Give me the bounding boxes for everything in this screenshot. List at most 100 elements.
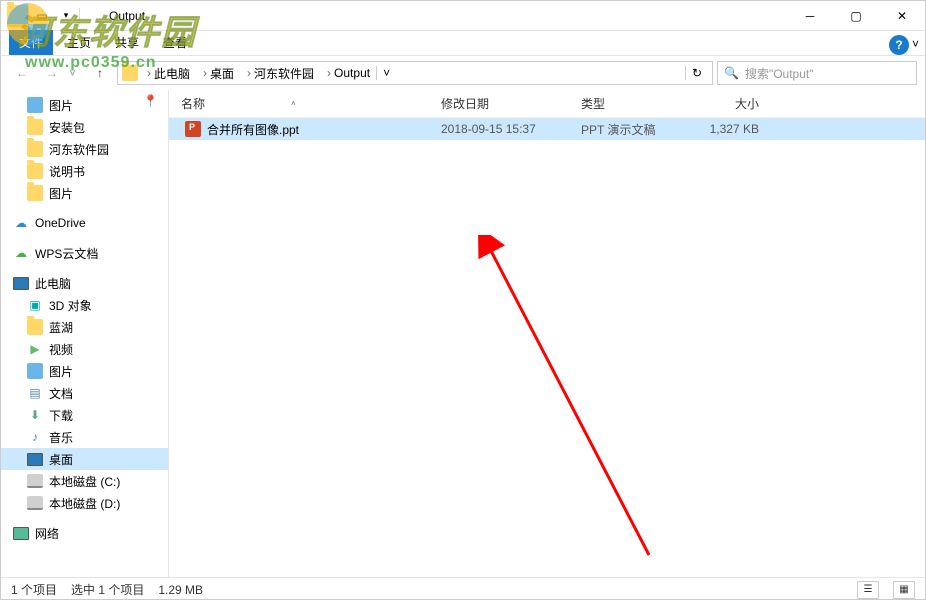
help-button[interactable]: ? (889, 35, 909, 55)
nav-back-button[interactable]: ← (9, 60, 35, 86)
ribbon-expand-icon[interactable]: ˅ (912, 37, 919, 51)
sidebar-item[interactable]: 说明书 (1, 160, 168, 182)
sidebar-item-label: 图片 (49, 363, 73, 380)
cloud-green-icon: ☁ (13, 245, 29, 261)
folder-icon (27, 163, 43, 179)
search-input[interactable]: 🔍 搜索"Output" (717, 61, 917, 85)
sidebar-item[interactable]: ☁ OneDrive (1, 212, 168, 234)
tab-home[interactable]: 主页 (57, 30, 101, 55)
status-item-count: 1 个项目 (11, 581, 57, 598)
doc-icon: ▤ (27, 385, 43, 401)
sidebar-item-label: 图片 (49, 185, 73, 202)
sidebar-item-label: 桌面 (49, 451, 73, 468)
folder-icon (27, 141, 43, 157)
status-selected: 选中 1 个项目 (71, 581, 144, 598)
crumb-output[interactable]: Output (334, 66, 370, 80)
sidebar-item-label: 本地磁盘 (C:) (49, 473, 120, 490)
file-size: 1,327 KB (679, 122, 779, 136)
3d-icon: ▣ (27, 297, 43, 313)
sidebar-item[interactable]: 本地磁盘 (C:) (1, 470, 168, 492)
pc-icon (13, 275, 29, 291)
tab-view[interactable]: 查看 (153, 30, 197, 55)
folder-icon (27, 185, 43, 201)
column-name[interactable]: 名称˄ (169, 95, 429, 112)
ppt-file-icon (185, 121, 201, 137)
search-icon: 🔍 (724, 66, 739, 80)
sidebar-item[interactable]: 安装包 (1, 116, 168, 138)
view-details-button[interactable]: ☰ (857, 581, 879, 599)
sidebar-item[interactable]: 图片 (1, 182, 168, 204)
address-bar[interactable]: ›此电脑 ›桌面 ›河东软件园 ›Output ˅ ↻ (117, 61, 713, 85)
chevron-right-icon[interactable]: › (244, 66, 254, 80)
crumb-folder[interactable]: 河东软件园 (254, 65, 314, 82)
sidebar-item-label: 说明书 (49, 163, 85, 180)
drive-icon (27, 473, 43, 489)
file-type: PPT 演示文稿 (569, 121, 679, 138)
qat-properties-icon[interactable]: ▭ (31, 5, 53, 27)
video-icon: ▶ (27, 341, 43, 357)
column-size[interactable]: 大小 (679, 95, 779, 112)
file-row[interactable]: 合并所有图像.ppt 2018-09-15 15:37PPT 演示文稿1,327 … (169, 118, 925, 140)
sidebar-item[interactable]: ▶ 视频 (1, 338, 168, 360)
sidebar-item-label: 视频 (49, 341, 73, 358)
img-icon (27, 97, 43, 113)
file-date: 2018-09-15 15:37 (429, 122, 569, 136)
sidebar-item-label: 本地磁盘 (D:) (49, 495, 120, 512)
dl-icon: ⬇ (27, 407, 43, 423)
folder-icon (27, 119, 43, 135)
maximize-button[interactable]: ▢ (833, 1, 879, 31)
column-date[interactable]: 修改日期 (429, 95, 569, 112)
tab-file[interactable]: 文件 (9, 30, 53, 55)
sidebar-item-label: 网络 (35, 525, 59, 542)
sidebar-item-label: 文档 (49, 385, 73, 402)
sidebar-item-label: WPS云文档 (35, 245, 98, 262)
pin-icon[interactable]: 📍 (143, 94, 158, 108)
sidebar-item[interactable]: 蓝湖 (1, 316, 168, 338)
qat-dropdown-icon[interactable]: ▾ (55, 5, 77, 27)
annotation-arrow (469, 235, 669, 575)
sidebar-item[interactable]: 河东软件园 (1, 138, 168, 160)
sidebar-item[interactable]: 本地磁盘 (D:) (1, 492, 168, 514)
file-name: 合并所有图像.ppt (207, 121, 299, 138)
sidebar-item-label: OneDrive (35, 216, 86, 230)
sidebar-item-label: 蓝湖 (49, 319, 73, 336)
folder-icon (7, 5, 29, 27)
drive-icon (27, 495, 43, 511)
sidebar-item-label: 图片 (49, 97, 73, 114)
tab-share[interactable]: 共享 (105, 30, 149, 55)
window-title: Output (101, 9, 787, 23)
refresh-button[interactable]: ↻ (685, 66, 708, 80)
sidebar-item[interactable]: ⬇下载 (1, 404, 168, 426)
view-icons-button[interactable]: ▦ (893, 581, 915, 599)
minimize-button[interactable]: ─ (787, 1, 833, 31)
chevron-right-icon[interactable]: › (144, 66, 154, 80)
cloud-blue-icon: ☁ (13, 215, 29, 231)
net-icon (13, 525, 29, 541)
crumb-pc[interactable]: 此电脑 (154, 65, 190, 82)
address-folder-icon (122, 65, 138, 81)
sidebar-item[interactable]: ▣ 3D 对象 (1, 294, 168, 316)
close-button[interactable]: ✕ (879, 1, 925, 31)
search-placeholder: 搜索"Output" (745, 65, 814, 82)
sort-asc-icon: ˄ (291, 99, 296, 108)
column-type[interactable]: 类型 (569, 95, 679, 112)
nav-up-button[interactable]: ↑ (87, 60, 113, 86)
sidebar-item[interactable]: ▤ 文档 (1, 382, 168, 404)
crumb-desktop[interactable]: 桌面 (210, 65, 234, 82)
chevron-right-icon[interactable]: › (200, 66, 210, 80)
navigation-tree[interactable]: 📍 图片安装包河东软件园说明书图片☁OneDrive☁WPS云文档此电脑▣3D … (1, 90, 169, 577)
nav-history-icon[interactable]: ˅ (69, 66, 83, 80)
sidebar-item[interactable]: ♪音乐 (1, 426, 168, 448)
chevron-right-icon[interactable]: › (324, 66, 334, 80)
sidebar-item[interactable]: 此电脑 (1, 272, 168, 294)
nav-forward-button: → (39, 60, 65, 86)
address-dropdown-icon[interactable]: ˅ (376, 66, 396, 80)
sidebar-item[interactable]: 图片 (1, 360, 168, 382)
img-icon (27, 363, 43, 379)
sidebar-item[interactable]: 网络 (1, 522, 168, 544)
sidebar-item-label: 河东软件园 (49, 141, 109, 158)
sidebar-item[interactable]: ☁ WPS云文档 (1, 242, 168, 264)
sidebar-item[interactable]: 桌面 (1, 448, 168, 470)
sidebar-item-label: 此电脑 (35, 275, 71, 292)
sidebar-item-label: 3D 对象 (49, 297, 92, 314)
